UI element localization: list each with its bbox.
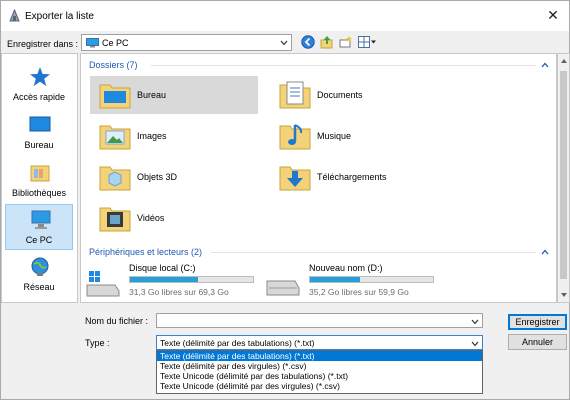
collapse-chevron-icon[interactable] bbox=[541, 249, 549, 255]
folder-tile-downloads[interactable]: Téléchargements bbox=[270, 158, 438, 196]
place-label: Accès rapide bbox=[12, 92, 66, 102]
file-type-select[interactable]: Texte (délimité par des tabulations) (*.… bbox=[156, 335, 483, 350]
pictures-folder-icon bbox=[99, 125, 131, 150]
videos-folder-icon bbox=[99, 207, 131, 232]
file-type-option[interactable]: Texte (délimité par des virgules) (*.csv… bbox=[157, 361, 482, 371]
folder-tile-videos[interactable]: Vidéos bbox=[90, 199, 258, 237]
place-label: Réseau bbox=[23, 282, 55, 292]
export-dialog: Exporter la liste ✕ Enregistrer dans : C… bbox=[0, 0, 570, 400]
folder-name: Documents bbox=[317, 90, 363, 100]
view-menu-button[interactable] bbox=[357, 34, 377, 50]
new-folder-button[interactable] bbox=[338, 34, 354, 50]
cancel-button[interactable]: Annuler bbox=[508, 334, 567, 350]
drive-name: Disque local (C:) bbox=[129, 263, 196, 273]
place-quick-access[interactable]: Accès rapide bbox=[5, 62, 73, 108]
drive-free-space: 31,3 Go libres sur 69,3 Go bbox=[129, 287, 229, 297]
drive-tile-d[interactable]: Nouveau nom (D:) 35,2 Go libres sur 59,9… bbox=[261, 262, 436, 302]
place-desktop[interactable]: Bureau bbox=[5, 110, 73, 156]
music-folder-icon bbox=[279, 124, 311, 150]
scroll-up-icon[interactable] bbox=[560, 58, 568, 64]
back-arrow-icon bbox=[301, 35, 315, 49]
save-in-label: Enregistrer dans : bbox=[7, 39, 79, 49]
chevron-down-icon[interactable] bbox=[471, 318, 479, 326]
close-icon: ✕ bbox=[547, 7, 559, 23]
scrollbar-thumb[interactable] bbox=[560, 71, 567, 279]
new-folder-icon bbox=[339, 36, 352, 48]
up-folder-icon bbox=[320, 36, 333, 49]
save-in-value: Ce PC bbox=[102, 38, 129, 48]
chevron-down-icon bbox=[280, 40, 288, 46]
vertical-scrollbar[interactable] bbox=[557, 53, 570, 303]
place-label: Ce PC bbox=[25, 235, 53, 245]
place-libraries[interactable]: Bibliothèques bbox=[5, 158, 73, 204]
chevron-down-icon bbox=[471, 341, 479, 347]
navigation-toolbar bbox=[300, 34, 377, 52]
folder-tile-3d-objects[interactable]: Objets 3D bbox=[90, 158, 258, 196]
libraries-icon bbox=[30, 165, 50, 182]
file-type-option[interactable]: Texte Unicode (délimité par des tabulati… bbox=[157, 371, 482, 381]
folder-tile-music[interactable]: Musique bbox=[270, 117, 438, 155]
file-type-option[interactable]: Texte Unicode (délimité par des virgules… bbox=[157, 381, 482, 391]
window-title: Exporter la liste bbox=[25, 11, 94, 22]
scroll-down-icon[interactable] bbox=[560, 292, 568, 298]
folder-name: Objets 3D bbox=[137, 172, 178, 182]
drive-free-space: 35,2 Go libres sur 59,9 Go bbox=[309, 287, 409, 297]
file-type-value: Texte (délimité par des tabulations) (*.… bbox=[160, 338, 315, 348]
folder-name: Musique bbox=[317, 131, 352, 141]
hard-drive-icon bbox=[266, 280, 300, 296]
computer-icon bbox=[86, 38, 99, 48]
filename-label: Nom du fichier : bbox=[85, 316, 149, 326]
file-type-options-list: Texte (délimité par des tabulations) (*.… bbox=[156, 350, 483, 394]
windows-drive-icon bbox=[86, 271, 120, 297]
star-icon bbox=[30, 67, 50, 86]
file-view: Dossiers (7) Bureau Documents Images Mus… bbox=[80, 53, 557, 303]
view-grid-icon bbox=[358, 36, 376, 48]
place-label: Bibliothèques bbox=[11, 188, 67, 198]
folders-group-header[interactable]: Dossiers (7) bbox=[89, 60, 138, 70]
place-label: Bureau bbox=[24, 140, 54, 150]
place-this-pc[interactable]: Ce PC bbox=[5, 204, 73, 250]
folder-name: Téléchargements bbox=[317, 172, 387, 182]
folder-name: Vidéos bbox=[137, 213, 165, 223]
drive-tile-c[interactable]: Disque local (C:) 31,3 Go libres sur 69,… bbox=[81, 262, 256, 302]
group-divider bbox=[151, 65, 536, 66]
place-network[interactable]: Réseau bbox=[5, 252, 73, 298]
drives-group-header[interactable]: Périphériques et lecteurs (2) bbox=[89, 247, 202, 257]
file-type-option[interactable]: Texte (délimité par des tabulations) (*.… bbox=[157, 351, 482, 361]
3d-objects-folder-icon bbox=[99, 166, 131, 191]
up-folder-button[interactable] bbox=[319, 34, 335, 50]
folder-tile-bureau[interactable]: Bureau bbox=[90, 76, 258, 114]
desktop-icon bbox=[29, 116, 51, 132]
save-in-dropdown[interactable]: Ce PC bbox=[81, 34, 292, 51]
save-button[interactable]: Enregistrer bbox=[508, 314, 567, 330]
places-bar: Accès rapide Bureau Bibliothèques Ce PC bbox=[1, 53, 78, 303]
collapse-chevron-icon[interactable] bbox=[541, 62, 549, 68]
folder-name: Images bbox=[137, 131, 167, 141]
desktop-folder-icon bbox=[99, 84, 131, 109]
folder-tile-images[interactable]: Images bbox=[90, 117, 258, 155]
filename-input[interactable] bbox=[156, 313, 483, 328]
folder-tile-documents[interactable]: Documents bbox=[270, 76, 438, 114]
downloads-folder-icon bbox=[279, 166, 311, 191]
back-button[interactable] bbox=[300, 34, 316, 50]
drive-usage-bar bbox=[129, 276, 254, 283]
network-icon bbox=[31, 257, 49, 276]
close-button[interactable]: ✕ bbox=[545, 7, 561, 23]
type-label: Type : bbox=[85, 338, 110, 348]
drive-usage-bar bbox=[309, 276, 434, 283]
app-icon bbox=[9, 9, 20, 22]
computer-icon bbox=[31, 210, 51, 229]
drive-usage-fill bbox=[310, 277, 361, 282]
title-bar: Exporter la liste ✕ bbox=[1, 1, 569, 31]
drive-usage-fill bbox=[130, 277, 198, 282]
group-divider bbox=[211, 252, 536, 253]
folder-name: Bureau bbox=[137, 90, 167, 100]
documents-folder-icon bbox=[279, 81, 311, 109]
drive-name: Nouveau nom (D:) bbox=[309, 263, 383, 273]
